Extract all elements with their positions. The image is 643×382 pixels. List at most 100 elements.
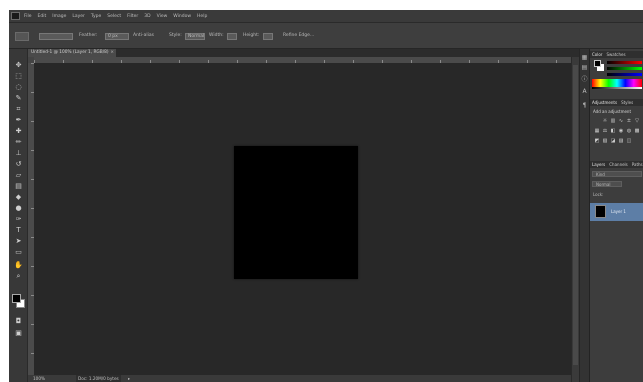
blue-slider[interactable] (607, 73, 642, 76)
tab-styles[interactable]: Styles (621, 100, 633, 105)
path-select-tool-icon[interactable]: ➤ (14, 237, 23, 246)
tab-swatches[interactable]: Swatches (606, 52, 625, 57)
tab-adjustments[interactable]: Adjustments (592, 100, 617, 105)
crop-tool-icon[interactable]: ⌗ (14, 105, 23, 114)
height-input[interactable] (263, 33, 273, 40)
invert-icon[interactable]: ◩ (594, 139, 600, 144)
hue-saturation-icon[interactable]: ▦ (594, 129, 600, 134)
color-spectrum[interactable] (592, 79, 642, 87)
history-brush-tool-icon[interactable]: ↺ (14, 160, 23, 169)
clone-stamp-tool-icon[interactable]: ⊥ (14, 149, 23, 158)
zoom-tool-icon[interactable]: ⌕ (14, 272, 23, 281)
gradient-map-icon[interactable]: ▨ (618, 139, 624, 144)
screen-mode-icon[interactable]: ▣ (14, 329, 23, 338)
channel-mixer-icon[interactable]: ◍ (626, 129, 632, 134)
hand-tool-icon[interactable]: ✋ (14, 261, 23, 270)
properties-panel-icon[interactable]: ▤ (581, 65, 588, 71)
gradient-tool-icon[interactable]: ▤ (14, 182, 23, 191)
style-select[interactable]: Normal (185, 33, 205, 40)
lasso-tool-icon[interactable]: ◌ (14, 83, 23, 92)
menu-edit[interactable]: Edit (38, 14, 47, 19)
status-menu-arrow-icon[interactable]: ▸ (128, 375, 130, 382)
close-icon[interactable]: × (110, 49, 114, 57)
adjustment-row-3: ◩ ▧ ◪ ▨ ◫ (594, 139, 634, 144)
shape-tool-icon[interactable]: ▭ (14, 248, 23, 257)
color-balance-icon[interactable]: ⚖ (602, 129, 608, 134)
menu-filter[interactable]: Filter (127, 14, 138, 19)
levels-icon[interactable]: ▥ (610, 119, 616, 124)
vibrance-icon[interactable]: ▽ (634, 119, 640, 124)
paragraph-panel-icon[interactable]: ¶ (581, 103, 588, 109)
pen-tool-icon[interactable]: ✑ (14, 215, 23, 224)
panel-icon-strip: ▦ ▤ ⓘ A ¶ (579, 49, 589, 382)
blur-tool-icon[interactable]: ◆ (14, 193, 23, 202)
vertical-scrollbar[interactable] (571, 57, 579, 382)
document-canvas[interactable] (234, 146, 358, 279)
document-tab[interactable]: Untitled-1 @ 100% (Layer 1, RGB/8) × (28, 49, 116, 57)
brush-tool-icon[interactable]: ✏ (14, 138, 23, 147)
zoom-level[interactable]: 100% (33, 375, 45, 382)
photoshop-window: File Edit Image Layer Type Select Filter… (9, 10, 643, 382)
menu-select[interactable]: Select (107, 14, 121, 19)
selective-color-icon[interactable]: ◫ (626, 139, 632, 144)
threshold-icon[interactable]: ◪ (610, 139, 616, 144)
tool-preset-picker[interactable] (15, 32, 29, 41)
menu-image[interactable]: Image (52, 14, 66, 19)
eyedropper-tool-icon[interactable]: ✒ (14, 116, 23, 125)
history-panel-icon[interactable]: ▦ (581, 55, 588, 61)
menu-type[interactable]: Type (91, 14, 101, 19)
red-slider[interactable] (607, 61, 642, 64)
layers-panel-tabs: Layers Channels Paths (590, 161, 643, 168)
type-tool-icon[interactable]: T (14, 226, 23, 235)
eraser-tool-icon[interactable]: ▱ (14, 171, 23, 180)
selection-mode-buttons[interactable] (39, 33, 73, 40)
character-panel-icon[interactable]: A (581, 89, 588, 95)
photo-filter-icon[interactable]: ◉ (618, 129, 624, 134)
quick-mask-icon[interactable]: ◘ (14, 317, 23, 326)
tab-color[interactable]: Color (592, 52, 602, 57)
color-lookup-icon[interactable]: ▩ (634, 129, 640, 134)
layer-row[interactable]: Layer 1 (590, 203, 643, 221)
quick-select-tool-icon[interactable]: ✎ (14, 94, 23, 103)
style-value: Normal (188, 34, 205, 39)
blend-mode-value: Normal (596, 182, 611, 187)
foreground-color-swatch[interactable] (12, 294, 21, 303)
blend-mode-select[interactable]: Normal (592, 181, 622, 187)
curves-icon[interactable]: ∿ (618, 119, 624, 124)
adjustments-panel-tabs: Adjustments Styles (590, 99, 643, 106)
green-slider[interactable] (607, 67, 642, 70)
menu-3d[interactable]: 3D (144, 14, 150, 19)
info-panel-icon[interactable]: ⓘ (581, 77, 588, 83)
black-white-icon[interactable]: ◧ (610, 129, 616, 134)
layer-filter-select[interactable]: Kind (592, 171, 642, 177)
layer-name[interactable]: Layer 1 (611, 209, 626, 214)
dodge-tool-icon[interactable]: ● (14, 204, 23, 213)
tab-layers[interactable]: Layers (592, 162, 605, 167)
document-workspace[interactable] (34, 63, 571, 375)
options-bar: Feather: 0 px Anti-alias Style: Normal W… (9, 22, 643, 49)
menu-bar: File Edit Image Layer Type Select Filter… (9, 10, 643, 22)
panel-foreground-swatch[interactable] (594, 60, 601, 67)
tab-paths[interactable]: Paths (632, 162, 643, 167)
refine-edge-button[interactable]: Refine Edge... (283, 33, 314, 40)
feather-label: Feather: (79, 33, 98, 38)
menu-file[interactable]: File (24, 14, 32, 19)
adjustments-heading: Add an adjustment (593, 109, 632, 114)
scrollbar-thumb[interactable] (573, 65, 578, 365)
healing-tool-icon[interactable]: ✚ (14, 127, 23, 136)
marquee-tool-icon[interactable]: ⬚ (14, 72, 23, 81)
posterize-icon[interactable]: ▧ (602, 139, 608, 144)
exposure-icon[interactable]: ± (626, 119, 632, 124)
feather-input[interactable]: 0 px (105, 33, 129, 40)
layer-thumbnail (595, 205, 606, 218)
anti-alias-checkbox[interactable]: Anti-alias (133, 33, 154, 40)
width-input[interactable] (227, 33, 237, 40)
move-tool-icon[interactable]: ✥ (14, 61, 23, 70)
brightness-icon[interactable]: ☼ (602, 119, 608, 124)
menu-layer[interactable]: Layer (72, 14, 85, 19)
menu-window[interactable]: Window (173, 14, 191, 19)
grayscale-ramp[interactable] (592, 87, 642, 89)
tab-channels[interactable]: Channels (609, 162, 628, 167)
menu-view[interactable]: View (157, 14, 168, 19)
menu-help[interactable]: Help (197, 14, 207, 19)
